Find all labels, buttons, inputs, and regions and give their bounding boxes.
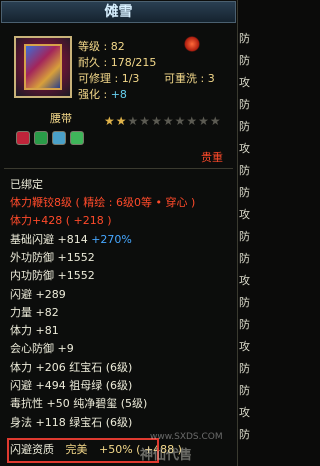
attribute-line: 毒抗性 +50 纯净碧玺 (5级) — [10, 396, 147, 411]
attribute-line: 体力鞭铰8级 ( 精绘 : 6级0等 • 穿心 ) — [10, 195, 195, 210]
enhance-label: 强化 : — [78, 88, 111, 101]
attribute-line: 基础闪避 +814 +270% — [10, 232, 132, 247]
star-rating: ★★★★★★★★★★ — [104, 114, 222, 128]
attribute-line: 内功防御 +1552 — [10, 268, 95, 283]
watermark-text: 神仙代售 — [140, 448, 193, 463]
watermark-url: www.SXDS.COM — [150, 432, 223, 442]
attribute-text: 外功防御 +1552 — [10, 250, 95, 264]
attribute-text: 毒抗性 +50 纯净碧玺 (5级) — [10, 397, 148, 411]
attribute-line: 体力+428 ( +218 ) — [10, 213, 112, 228]
attribute-text: 内功防御 +1552 — [10, 269, 95, 283]
item-durability: 耐久 : 178/215 — [78, 56, 157, 69]
side-panel-char: 防 — [239, 362, 250, 375]
side-panel-char: 防 — [239, 428, 250, 441]
attribute-text: 身法 +118 绿宝石 (6级) — [10, 415, 133, 429]
attribute-text: 体力 +206 红宝石 (6级) — [10, 360, 133, 374]
attribute-text: 闪避 +494 祖母绿 (6级) — [10, 379, 133, 392]
side-panel-char: 攻 — [239, 340, 250, 353]
side-panel-char: 防 — [239, 384, 250, 397]
attribute-text: 体力 +81 — [10, 324, 59, 338]
quality-highlight-box — [7, 438, 159, 463]
side-panel-char: 攻 — [239, 274, 250, 287]
side-panel-char: 防 — [239, 164, 250, 177]
star-icon: ★ — [162, 114, 175, 128]
star-icon: ★ — [151, 114, 163, 128]
attribute-text: 基础闪避 +814 — [10, 232, 92, 246]
attribute-line: 身法 +118 绿宝石 (6级) — [10, 415, 132, 430]
tourmaline-gem-icon — [52, 131, 66, 145]
star-icon: ★ — [198, 114, 210, 128]
star-icon: ★ — [209, 114, 222, 128]
attribute-line: 外功防御 +1552 — [10, 250, 95, 265]
side-panel-char: 防 — [239, 230, 250, 243]
star-icon: ★ — [115, 114, 128, 128]
belt-icon — [24, 44, 62, 90]
attribute-text: 会心防御 +9 — [10, 342, 74, 356]
bind-status: 已绑定 — [10, 178, 43, 191]
attribute-line: 会心防御 +9 — [10, 341, 74, 356]
star-icon: ★ — [186, 114, 199, 128]
item-repairable: 可修理 : 1/3 — [78, 72, 140, 85]
divider — [4, 168, 233, 169]
side-panel-char: 攻 — [239, 142, 250, 155]
attribute-line: 力量 +82 — [10, 305, 59, 320]
side-panel-char: 防 — [239, 32, 250, 45]
attribute-text: 体力鞭铰8级 ( 精绘 : 6级0等 • 穿心 ) — [10, 196, 196, 209]
attribute-text: 体力+428 ( +218 ) — [10, 214, 112, 228]
item-status: 贵重 — [201, 151, 223, 164]
side-panel-char: 攻 — [239, 76, 250, 89]
enhance-value: +8 — [110, 88, 127, 101]
adjacent-panel-strip: 防防攻防防攻防防攻防防攻防防攻防防攻防 — [238, 0, 250, 466]
green-gem-icon — [70, 131, 84, 145]
attribute-line: 体力 +81 — [10, 323, 59, 338]
attribute-line: 体力 +206 红宝石 (6级) — [10, 360, 132, 375]
side-panel-char: 攻 — [239, 406, 250, 419]
item-level: 等级 : 82 — [78, 40, 125, 53]
side-panel-char: 防 — [239, 186, 250, 199]
item-rewash: 可重洗 : 3 — [164, 72, 215, 85]
side-panel-char: 防 — [239, 252, 250, 265]
attribute-text: 闪避 +289 — [10, 287, 66, 301]
attribute-line: 闪避 +289 — [10, 287, 66, 302]
side-panel-char: 防 — [239, 120, 250, 133]
ruby-gem-icon — [16, 131, 30, 145]
bound-lock-icon — [184, 36, 200, 52]
item-tooltip-panel: 傩雪 等级 : 82 耐久 : 178/215 可修理 : 1/3 可重洗 : … — [0, 0, 238, 466]
attribute-line: 闪避 +494 祖母绿 (6级) — [10, 378, 132, 393]
attribute-text: 力量 +82 — [10, 305, 59, 319]
item-portrait — [14, 36, 72, 98]
emerald-gem-icon — [34, 131, 48, 145]
item-type: 腰带 — [50, 112, 72, 125]
side-panel-char: 攻 — [239, 208, 250, 221]
side-panel-char: 防 — [239, 318, 250, 331]
star-icon: ★ — [174, 114, 187, 128]
side-panel-char: 防 — [239, 54, 250, 67]
side-panel-char: 防 — [239, 98, 250, 111]
attribute-suffix: +270% — [91, 232, 132, 246]
item-name-title: 傩雪 — [1, 1, 236, 23]
item-enhance: 强化 : +8 — [78, 87, 127, 102]
star-icon: ★ — [127, 114, 140, 128]
star-icon: ★ — [104, 114, 116, 128]
star-icon: ★ — [139, 114, 152, 128]
side-panel-char: 防 — [239, 296, 250, 309]
